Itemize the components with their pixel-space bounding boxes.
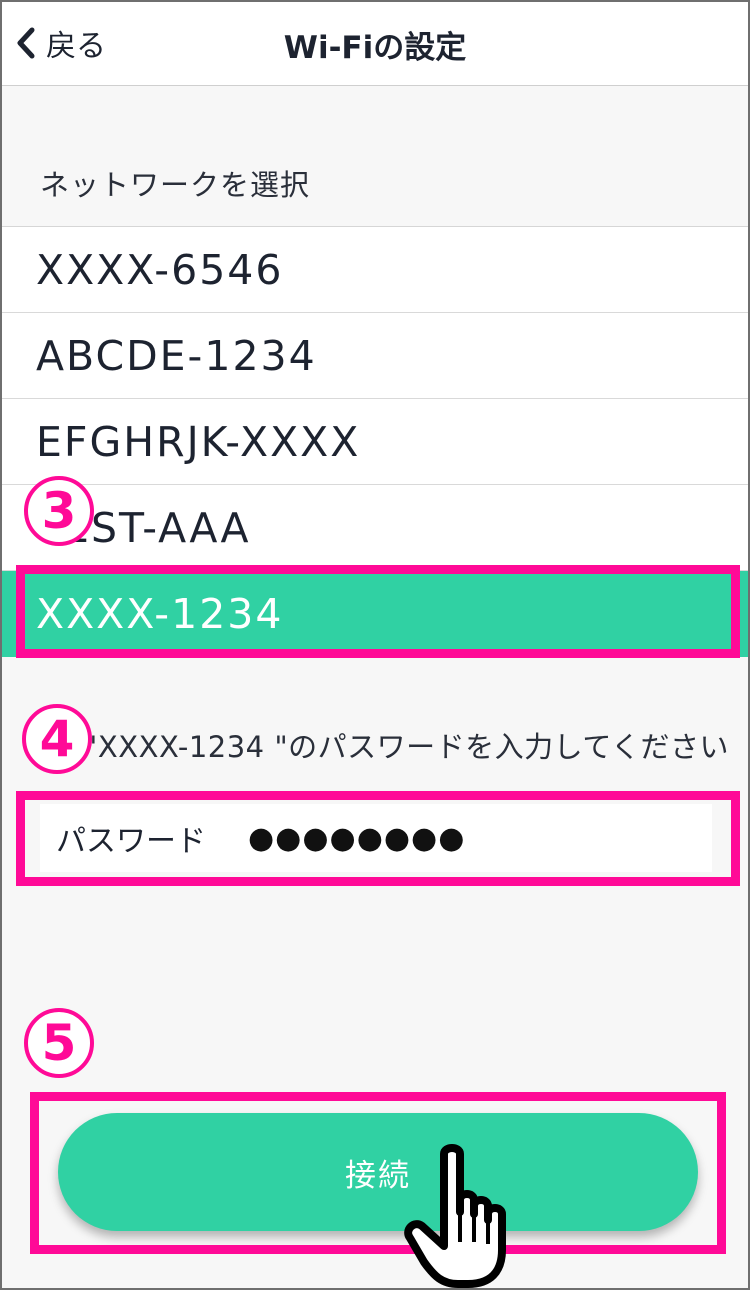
password-field[interactable]: パスワード ●●●●●●●● (40, 804, 712, 872)
step-badge-3: 3 (24, 476, 94, 546)
page-title: Wi-Fiの設定 (283, 30, 467, 66)
network-item[interactable]: TEST-AAA (2, 485, 748, 571)
password-input[interactable]: ●●●●●●●● (248, 821, 465, 856)
app-screen: 戻る Wi-Fiの設定 ネットワークを選択 XXXX-6546 ABCDE-12… (0, 0, 750, 1290)
step-badge-5: 5 (24, 1008, 94, 1078)
network-list: XXXX-6546 ABCDE-1234 EFGHRJK-XXXX TEST-A… (2, 226, 748, 657)
network-item[interactable]: XXXX-6546 (2, 227, 748, 313)
navigation-bar: 戻る Wi-Fiの設定 (2, 2, 748, 86)
step-badge-4: 4 (22, 704, 92, 774)
network-item[interactable]: ABCDE-1234 (2, 313, 748, 399)
connect-button[interactable]: 接続 (58, 1113, 698, 1231)
password-label: パスワード (56, 824, 206, 859)
network-item-selected[interactable]: XXXX-1234 (2, 571, 748, 657)
password-prompt: "XXXX-1234 "のパスワードを入力してください (84, 730, 729, 764)
network-item[interactable]: EFGHRJK-XXXX (2, 399, 748, 485)
network-section-label: ネットワークを選択 (40, 168, 311, 202)
hand-pointer-icon (404, 1144, 506, 1288)
